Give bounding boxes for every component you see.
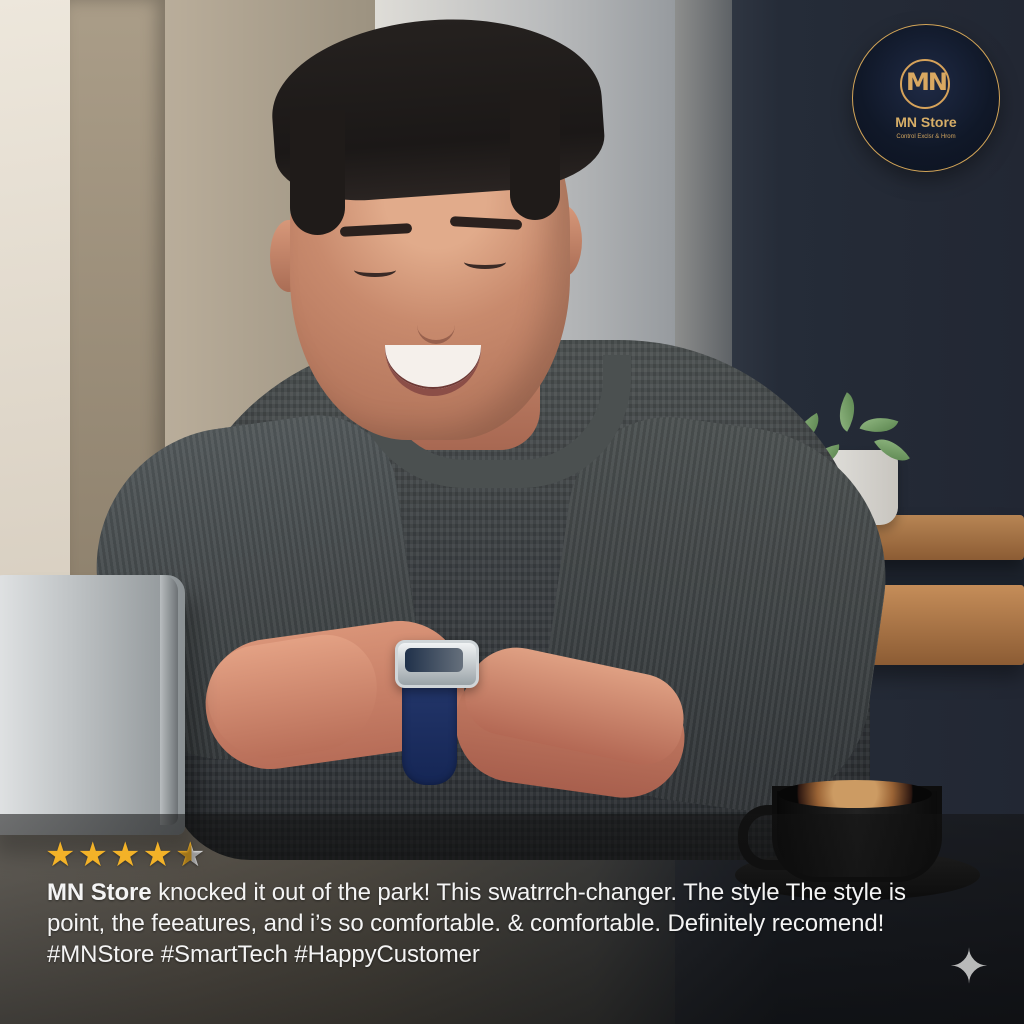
logo-tagline: Cоntrol Ехсlsr & Hrоm	[896, 134, 956, 140]
star-icon: ★	[142, 835, 173, 875]
star-icon: ★	[45, 835, 76, 875]
testimonial-image: MN MN Store Cоntrol Ехсlsr & Hrоm ★ ★ ★ …	[0, 0, 1024, 1024]
logo-title: MN Store	[895, 114, 957, 130]
rating-stars: ★ ★ ★ ★ ★	[45, 838, 205, 872]
review-brand: MN Store	[47, 879, 152, 906]
coffee	[778, 780, 932, 808]
review-text: MN Store knocked it out of the park! Thi…	[47, 877, 947, 970]
smiling-man	[78, 8, 905, 860]
smartwatch-screen	[405, 648, 463, 672]
logo-monogram: MN	[906, 68, 948, 96]
star-icon: ★	[109, 835, 141, 875]
nose	[417, 285, 455, 344]
half-star-icon: ★	[174, 835, 206, 875]
hair-side	[510, 90, 560, 220]
review-body: knocked it out of the park! This swatrrc…	[47, 879, 906, 968]
sparkle-icon: ✦	[948, 939, 990, 995]
window-light	[0, 0, 70, 620]
hair-side	[290, 110, 345, 235]
laptop-edge	[160, 575, 178, 825]
left-eye	[354, 263, 396, 277]
laptop	[0, 575, 185, 835]
right-eye	[464, 255, 506, 269]
star-icon: ★	[77, 835, 108, 875]
mn-store-logo: MN MN Store Cоntrol Ехсlsr & Hrоm	[852, 24, 1000, 172]
